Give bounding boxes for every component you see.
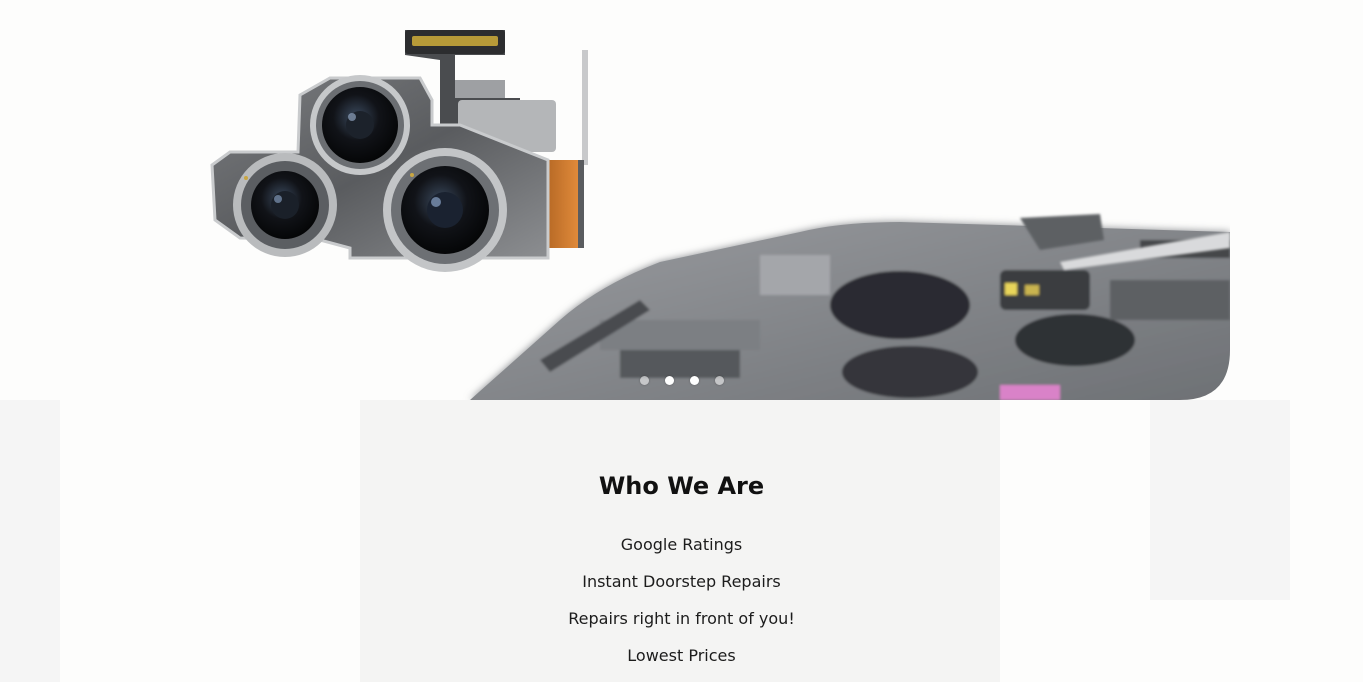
- feature-item-lowest-prices: Lowest Prices: [627, 646, 736, 665]
- carousel-dot-4[interactable]: [715, 376, 724, 385]
- page: Who We Are Google Ratings Instant Doorst…: [0, 0, 1363, 682]
- carousel-dot-2[interactable]: [665, 376, 674, 385]
- feature-item-google-ratings: Google Ratings: [620, 535, 743, 554]
- carousel-dot-1[interactable]: [640, 376, 649, 385]
- who-we-are-section: Who We Are Google Ratings Instant Doorst…: [0, 400, 1363, 682]
- carousel-dot-3[interactable]: [690, 376, 699, 385]
- section-title: Who We Are: [598, 472, 765, 500]
- feature-list: Google Ratings Instant Doorstep Repairs …: [0, 534, 1363, 682]
- feature-item-repairs-in-front: Repairs right in front of you!: [568, 609, 795, 628]
- feature-item-doorstep-repairs: Instant Doorstep Repairs: [582, 572, 781, 591]
- carousel-pagination: [640, 376, 724, 385]
- carousel-slide-image: [0, 0, 1363, 400]
- hero-carousel: [0, 0, 1363, 400]
